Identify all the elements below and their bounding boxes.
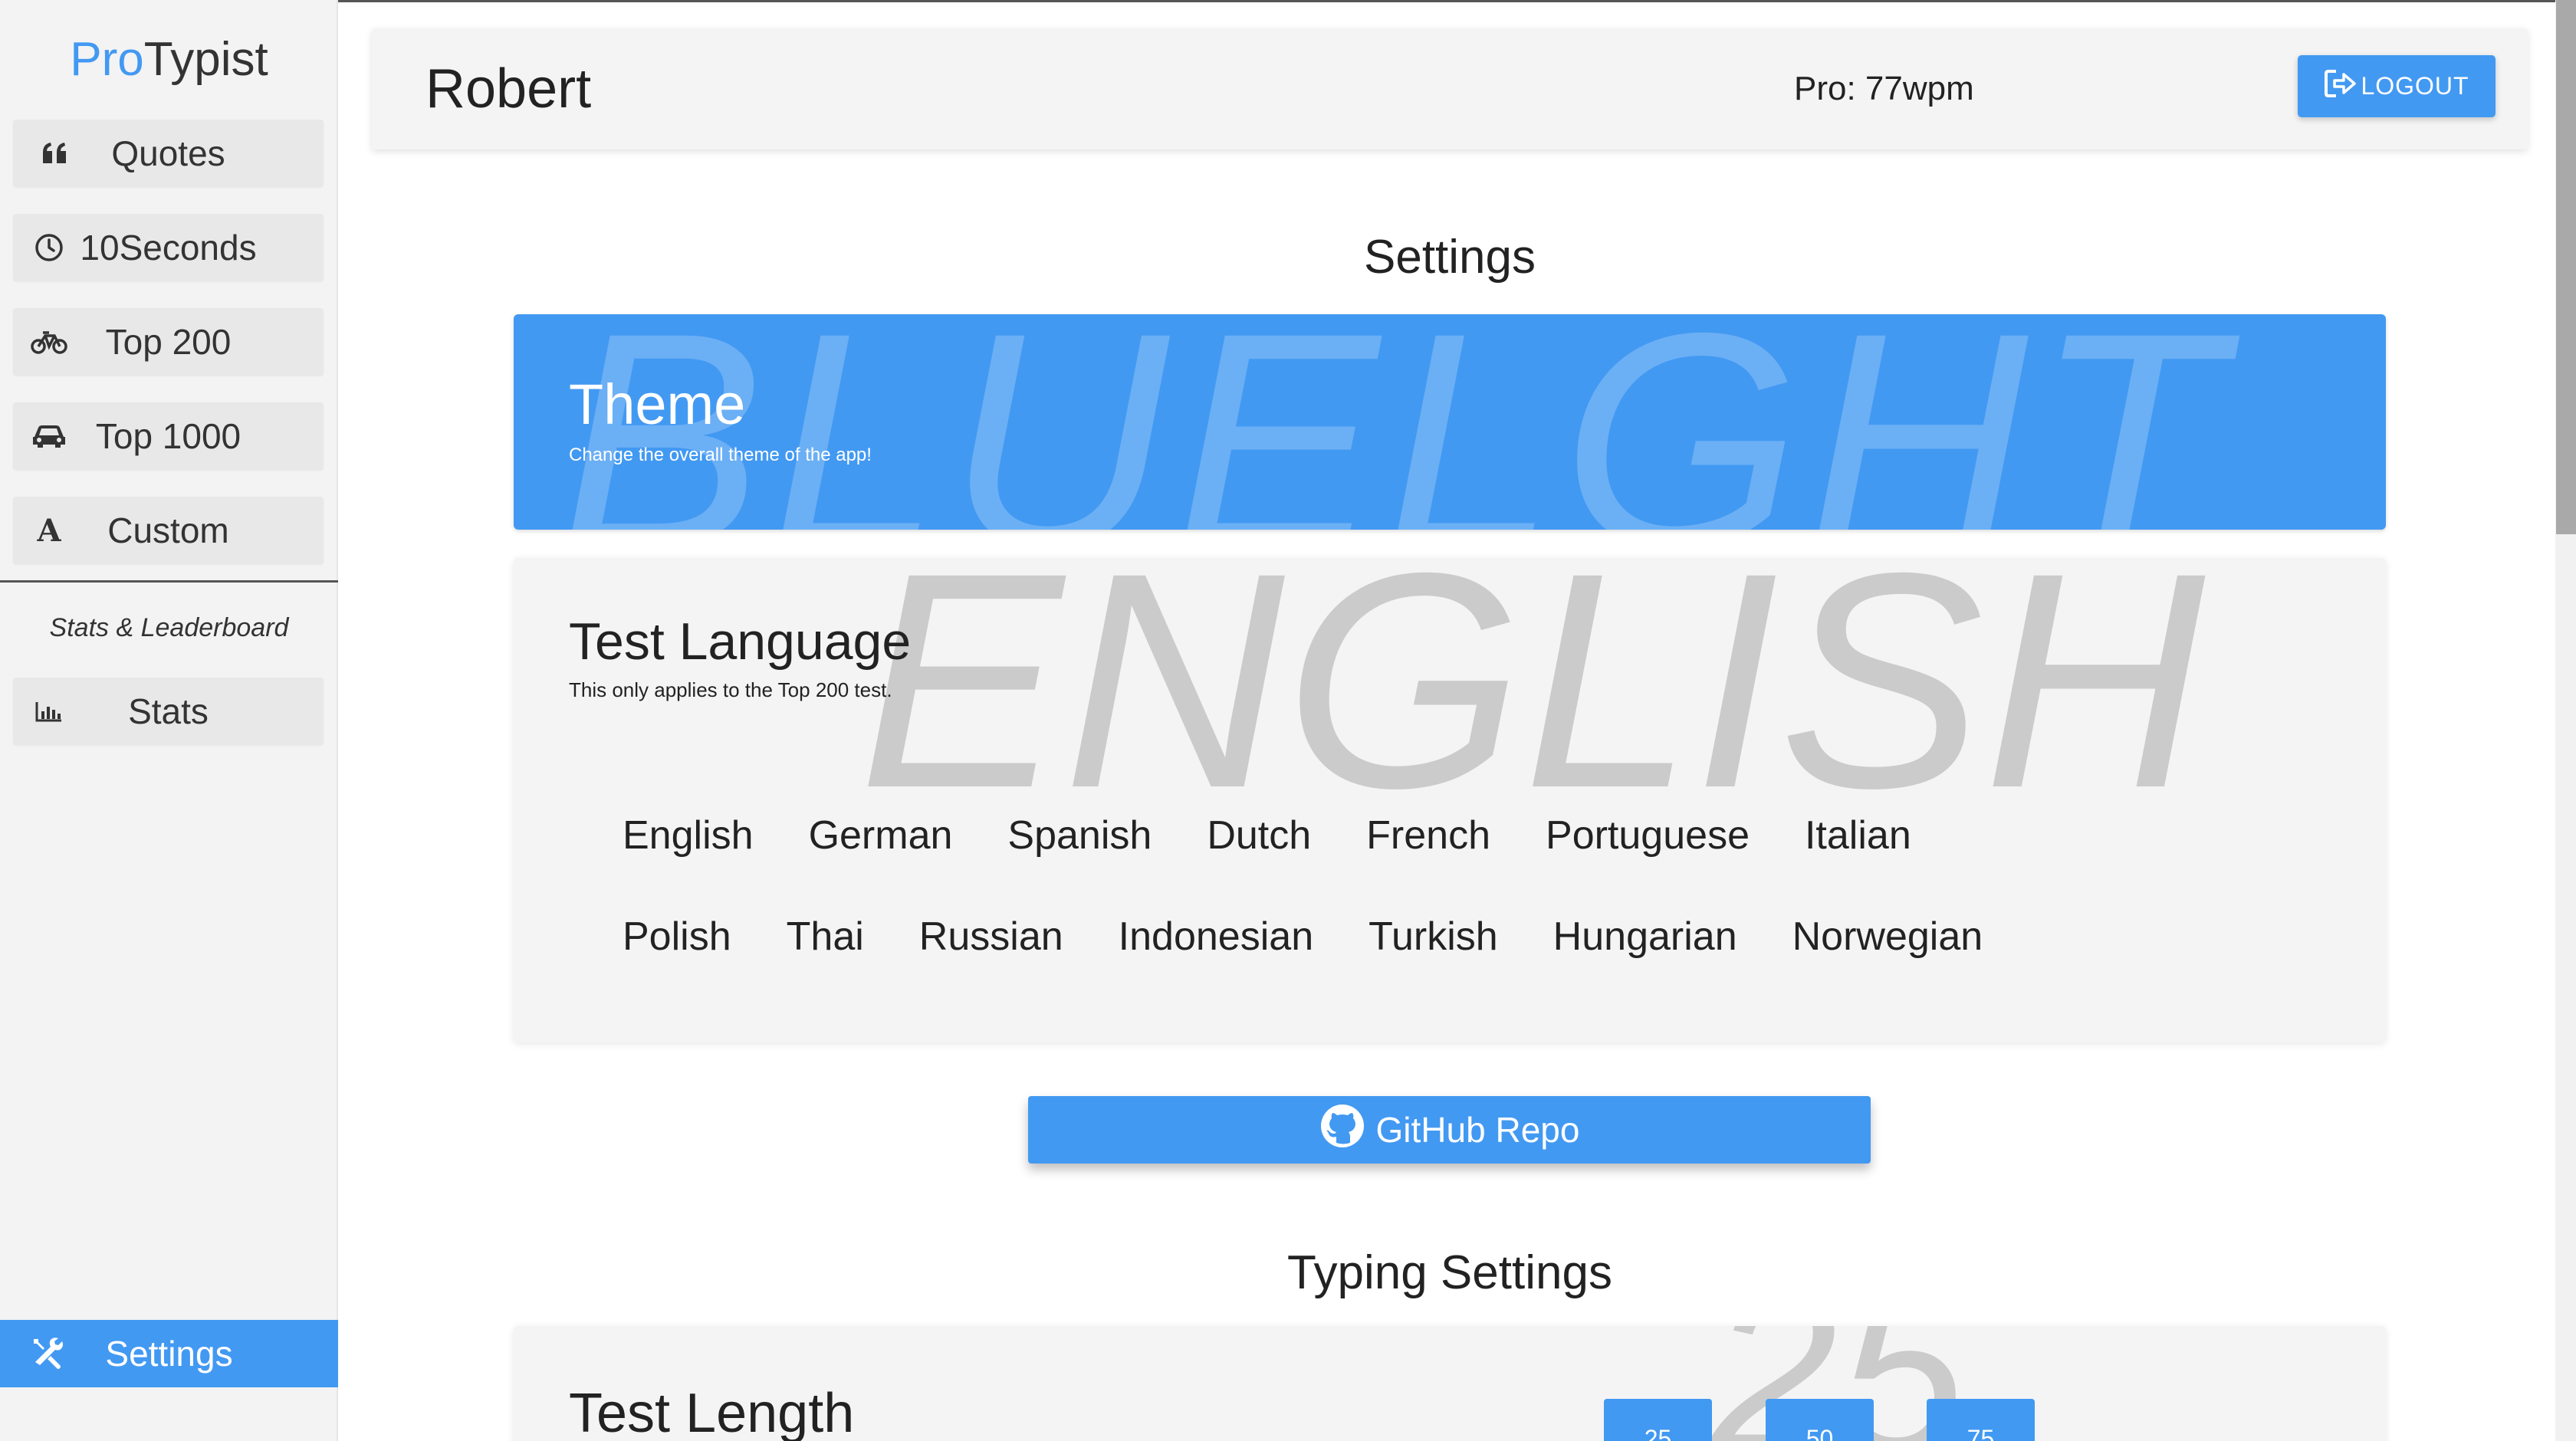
theme-card[interactable]: BLUELGHT Theme Change the overall theme …: [514, 314, 2386, 530]
language-title: Test Language: [569, 612, 912, 671]
language-option-norwegian[interactable]: Norwegian: [1765, 898, 2011, 975]
sidebar-item-label: Settings: [105, 1334, 233, 1374]
github-repo-label: GitHub Repo: [1375, 1110, 1580, 1150]
logout-button[interactable]: LOGOUT: [2298, 55, 2496, 117]
github-icon: [1319, 1103, 1365, 1157]
pro-wpm-readout: Pro: 77wpm: [1794, 70, 1974, 107]
language-option-french[interactable]: French: [1339, 797, 1518, 874]
sidebar-subheading: Stats & Leaderboard: [49, 613, 289, 642]
language-description: This only applies to the Top 200 test.: [569, 678, 892, 701]
sidebar-item-label: Top 1000: [95, 416, 242, 456]
sidebar-item-quotes[interactable]: Quotes: [13, 120, 324, 187]
sidebar-item-label: Top 200: [105, 322, 232, 362]
sidebar-item-top1000[interactable]: Top 1000: [13, 402, 324, 470]
logout-label: LOGOUT: [2361, 72, 2469, 100]
sign-out-icon: [2324, 68, 2358, 105]
sidebar-divider: [0, 580, 338, 583]
theme-title: Theme: [569, 373, 746, 436]
language-current-value: ENGLISH: [859, 558, 2206, 852]
sidebar-item-settings[interactable]: Settings: [0, 1320, 338, 1387]
language-row-1: English German Spanish Dutch French Port…: [595, 797, 1939, 874]
app-logo[interactable]: ProTypist: [0, 32, 338, 87]
language-option-dutch[interactable]: Dutch: [1179, 797, 1339, 874]
test-length-card: 25 Test Length 25 50 75: [514, 1326, 2386, 1441]
sidebar-item-label: Custom: [107, 510, 229, 550]
language-option-hungarian[interactable]: Hungarian: [1526, 898, 1765, 975]
language-option-polish[interactable]: Polish: [595, 898, 759, 975]
sidebar-item-label: Stats: [128, 691, 209, 731]
language-option-portuguese[interactable]: Portuguese: [1518, 797, 1777, 874]
typing-settings-heading: Typing Settings: [1287, 1246, 1612, 1299]
language-option-russian[interactable]: Russian: [892, 898, 1091, 975]
test-length-title: Test Length: [569, 1383, 855, 1441]
sidebar-item-custom[interactable]: A Custom: [13, 497, 324, 564]
top-border: [338, 0, 2576, 2]
header-bar: Robert Pro: 77wpm LOGOUT: [372, 28, 2528, 149]
language-option-thai[interactable]: Thai: [759, 898, 892, 975]
language-option-german[interactable]: German: [781, 797, 981, 874]
settings-heading: Settings: [1363, 231, 1536, 284]
theme-description: Change the overall theme of the app!: [569, 445, 872, 465]
sidebar-item-10seconds[interactable]: 10Seconds: [13, 214, 324, 281]
logo-pro: Pro: [70, 33, 144, 86]
sidebar-item-stats[interactable]: Stats: [13, 678, 324, 745]
language-row-2: Polish Thai Russian Indonesian Turkish H…: [595, 898, 2010, 975]
username: Robert: [426, 58, 592, 120]
length-option-50[interactable]: 50: [1766, 1399, 1874, 1441]
github-repo-button[interactable]: GitHub Repo: [1028, 1096, 1871, 1164]
language-card: ENGLISH Test Language This only applies …: [514, 558, 2386, 1042]
language-option-english[interactable]: English: [595, 797, 781, 874]
language-option-italian[interactable]: Italian: [1777, 797, 1939, 874]
language-option-turkish[interactable]: Turkish: [1341, 898, 1526, 975]
sidebar-item-label: Quotes: [111, 133, 225, 173]
theme-current-value: BLUELGHT: [560, 314, 2228, 530]
sidebar-item-label: 10Seconds: [80, 228, 257, 268]
length-option-75[interactable]: 75: [1927, 1399, 2035, 1441]
logo-typist: Typist: [143, 33, 268, 86]
length-option-25[interactable]: 25: [1604, 1399, 1712, 1441]
language-option-spanish[interactable]: Spanish: [980, 797, 1179, 874]
language-option-indonesian[interactable]: Indonesian: [1091, 898, 1341, 975]
sidebar-item-top200[interactable]: Top 200: [13, 308, 324, 376]
sidebar: ProTypist Quotes 10Seconds Top 200 Top 1…: [0, 0, 338, 1441]
